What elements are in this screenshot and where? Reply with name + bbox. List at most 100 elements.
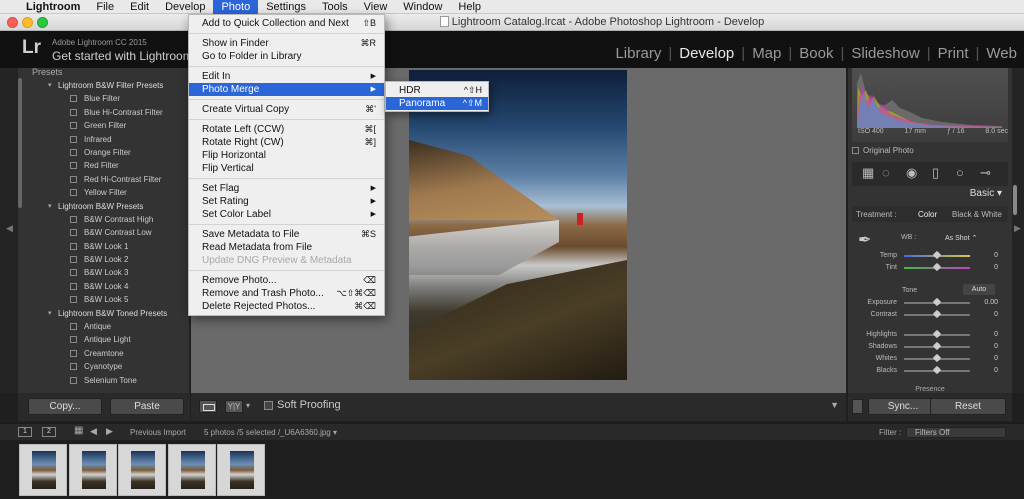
preset-item[interactable]: B&W Look 4 — [18, 280, 189, 293]
toolbar-content-dropdown-icon[interactable]: ▼ — [830, 400, 839, 410]
menu-file[interactable]: File — [88, 0, 122, 14]
photo-menu-item-save-metadata-to-file[interactable]: Save Metadata to File ⌘S — [189, 228, 384, 241]
menu-edit[interactable]: Edit — [122, 0, 157, 14]
photo-menu-item-delete-rejected-photos[interactable]: Delete Rejected Photos... ⌘⌫ — [189, 300, 384, 313]
slider-knob[interactable] — [932, 341, 942, 351]
wb-eyedropper-icon[interactable]: ✒ — [858, 230, 878, 250]
slider-knob[interactable] — [932, 309, 942, 319]
module-library[interactable]: Library — [608, 45, 668, 62]
photo-menu-item-rotate-right-cw[interactable]: Rotate Right (CW) ⌘] — [189, 136, 384, 149]
preset-item[interactable]: B&W Contrast Low — [18, 226, 189, 239]
preset-item[interactable]: B&W Look 5 — [18, 293, 189, 306]
photo-menu-item-photo-merge[interactable]: Photo Merge ▶ — [189, 83, 384, 96]
grid-view-icon[interactable]: ▦ — [74, 425, 83, 436]
photo-menu-item-remove-photo[interactable]: Remove Photo... ⌫ — [189, 274, 384, 287]
photo-merge-item-hdr[interactable]: HDR ^⇧H — [386, 84, 488, 97]
preset-folder[interactable]: Lightroom B&W Toned Presets — [18, 307, 189, 320]
slider-knob[interactable] — [932, 250, 942, 260]
red-eye-icon[interactable]: ◉ — [906, 166, 917, 180]
preset-item[interactable]: Red Hi-Contrast Filter — [18, 173, 189, 186]
right-panel-scrollbar[interactable] — [1013, 185, 1017, 215]
slider-value[interactable]: 0 — [994, 343, 998, 350]
main-window-button[interactable]: 1 — [18, 427, 32, 437]
preset-item[interactable]: Cyanotype — [18, 360, 189, 373]
histogram[interactable]: ISO 400 17 mm ƒ / 16 8.0 sec — [852, 68, 1008, 142]
slider-value[interactable]: 0 — [994, 367, 998, 374]
photo-menu-item-read-metadata-from-file[interactable]: Read Metadata from File — [189, 241, 384, 254]
preset-item[interactable]: B&W Look 2 — [18, 253, 189, 266]
collapse-left-icon[interactable]: ◀ — [6, 223, 13, 234]
module-develop[interactable]: Develop — [672, 45, 741, 62]
slider-knob[interactable] — [932, 329, 942, 339]
soft-proofing-checkbox[interactable] — [264, 401, 273, 410]
presets-header[interactable]: Presets — [18, 68, 189, 79]
photo-menu-item-set-flag[interactable]: Set Flag ▶ — [189, 182, 384, 195]
collapse-basic-icon[interactable]: ▾ — [997, 188, 1002, 199]
paste-button[interactable]: Paste — [110, 398, 184, 415]
filmstrip-thumbnail[interactable] — [167, 444, 216, 496]
preset-item[interactable]: Blue Filter — [18, 92, 189, 105]
sync-button[interactable]: Sync... — [868, 398, 938, 415]
preset-item[interactable]: Selenium Tone — [18, 374, 189, 387]
forward-arrow-icon[interactable]: ▶ — [106, 426, 113, 437]
treatment-bw-option[interactable]: Black & White — [952, 210, 1002, 219]
photo-menu-item-set-color-label[interactable]: Set Color Label ▶ — [189, 208, 384, 221]
right-panel-edge[interactable]: ▶ — [1012, 68, 1024, 393]
photo-menu-item-show-in-finder[interactable]: Show in Finder ⌘R — [189, 37, 384, 50]
left-panel-scrollbar[interactable] — [18, 78, 22, 208]
photo-menu-item-add-to-quick-collection-and-next[interactable]: Add to Quick Collection and Next ⇧B — [189, 17, 384, 30]
menu-window[interactable]: Window — [395, 0, 450, 14]
preset-item[interactable]: Creamtone — [18, 347, 189, 360]
collapse-right-icon[interactable]: ▶ — [1014, 223, 1021, 234]
menu-app-lightroom[interactable]: Lightroom — [22, 0, 88, 14]
filter-dropdown[interactable]: Filters Off — [906, 427, 1006, 438]
basic-panel-header[interactable]: Basic ▾ — [852, 188, 1008, 202]
slider-value[interactable]: 0 — [994, 311, 998, 318]
before-after-dropdown-icon[interactable]: ▾ — [246, 401, 250, 410]
slider-value[interactable]: 0 — [994, 355, 998, 362]
treatment-color-option[interactable]: Color — [918, 210, 937, 219]
photo-menu-item-create-virtual-copy[interactable]: Create Virtual Copy ⌘' — [189, 103, 384, 116]
photo-menu-item-flip-horizontal[interactable]: Flip Horizontal — [189, 149, 384, 162]
photo-menu-item-rotate-left-ccw[interactable]: Rotate Left (CCW) ⌘[ — [189, 123, 384, 136]
spot-removal-icon[interactable]: ◌ — [882, 166, 890, 180]
main-photo[interactable] — [409, 70, 627, 380]
menu-photo[interactable]: Photo — [213, 0, 259, 14]
module-book[interactable]: Book — [792, 45, 840, 62]
preset-item[interactable]: B&W Look 1 — [18, 240, 189, 253]
preset-item[interactable]: B&W Look 3 — [18, 266, 189, 279]
photo-menu-item-remove-and-trash-photo[interactable]: Remove and Trash Photo... ⌥⇧⌘⌫ — [189, 287, 384, 300]
radial-filter-icon[interactable]: ○ — [956, 166, 964, 180]
preset-item[interactable]: B&W Contrast High — [18, 213, 189, 226]
preset-item[interactable]: Yellow Filter — [18, 186, 189, 199]
filmstrip-thumbnail[interactable] — [217, 444, 265, 496]
menu-settings[interactable]: Settings — [258, 0, 314, 14]
module-slideshow[interactable]: Slideshow — [844, 45, 926, 62]
preset-item[interactable]: Green Filter — [18, 119, 189, 132]
slider-knob[interactable] — [932, 297, 942, 307]
preset-item[interactable]: Infrared — [18, 133, 189, 146]
reset-button[interactable]: Reset — [930, 398, 1006, 415]
slider-value[interactable]: 0 — [994, 252, 998, 259]
preset-item[interactable]: Red Filter — [18, 159, 189, 172]
menu-tools[interactable]: Tools — [314, 0, 356, 14]
slider-knob[interactable] — [932, 262, 942, 272]
copy-button[interactable]: Copy... — [28, 398, 102, 415]
slider-value[interactable]: 0.00 — [984, 299, 998, 306]
filmstrip-source[interactable]: Previous Import — [130, 428, 186, 437]
filmstrip-thumbnail[interactable] — [118, 444, 166, 496]
menu-develop[interactable]: Develop — [157, 0, 213, 14]
preset-item[interactable]: Antique Light — [18, 333, 189, 346]
preset-item[interactable]: Blue Hi-Contrast Filter — [18, 106, 189, 119]
preset-item[interactable]: Antique — [18, 320, 189, 333]
slider-value[interactable]: 0 — [994, 331, 998, 338]
graduated-filter-icon[interactable]: ▯ — [932, 166, 939, 180]
menu-help[interactable]: Help — [450, 0, 489, 14]
loupe-view-button[interactable] — [199, 400, 217, 413]
photo-menu-item-go-to-folder-in-library[interactable]: Go to Folder in Library — [189, 50, 384, 63]
photo-menu-item-flip-vertical[interactable]: Flip Vertical — [189, 162, 384, 175]
photo-menu-item-set-rating[interactable]: Set Rating ▶ — [189, 195, 384, 208]
slider-value[interactable]: 0 — [994, 264, 998, 271]
wb-dropdown[interactable]: As Shot ⌃ — [945, 234, 977, 242]
auto-sync-toggle[interactable] — [852, 399, 863, 414]
